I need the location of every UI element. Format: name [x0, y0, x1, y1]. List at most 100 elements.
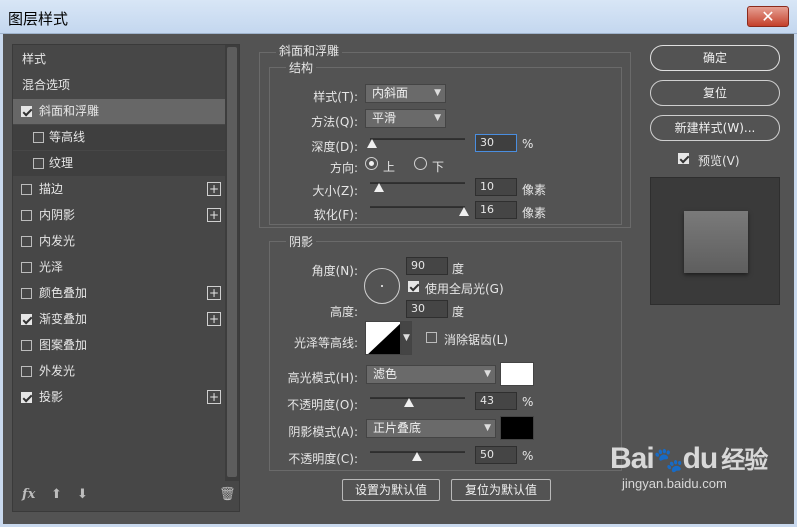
shadow-opacity-label: 不透明度(C): — [288, 452, 358, 466]
soften-input[interactable]: 16 — [475, 201, 517, 219]
style-item[interactable]: 渐变叠加 + — [13, 307, 225, 332]
highlight-opacity-handle[interactable] — [404, 398, 414, 407]
add-style-icon[interactable]: + — [207, 390, 221, 404]
blend-options-item[interactable]: 混合选项 — [13, 73, 225, 98]
highlight-color-swatch[interactable] — [500, 362, 534, 386]
style-item-checkbox[interactable] — [21, 106, 32, 117]
soften-slider-handle[interactable] — [459, 207, 469, 216]
style-item[interactable]: 等高线 — [13, 125, 225, 150]
angle-input[interactable]: 90 — [406, 257, 448, 275]
style-item-label: 内阴影 — [39, 208, 76, 222]
style-item[interactable]: 外发光 — [13, 359, 225, 384]
style-item-label: 外发光 — [39, 364, 76, 378]
highlight-opacity-slider[interactable] — [370, 397, 465, 399]
contour-curve-icon — [368, 323, 400, 354]
chevron-down-icon: ▼ — [484, 369, 491, 379]
direction-down-label[interactable]: 下 — [432, 158, 444, 175]
style-item[interactable]: 斜面和浮雕 — [13, 99, 225, 124]
soften-slider[interactable] — [370, 206, 465, 208]
preview-label[interactable]: 预览(V) — [698, 152, 740, 169]
scrollbar-thumb[interactable] — [227, 47, 237, 477]
depth-input[interactable]: 30 — [475, 134, 517, 152]
style-item[interactable]: 描边 + — [13, 177, 225, 202]
watermark-url: jingyan.baidu.com — [622, 476, 727, 491]
chevron-down-icon: ▼ — [403, 333, 410, 343]
style-item-label: 投影 — [39, 390, 64, 404]
style-item[interactable]: 图案叠加 — [13, 333, 225, 358]
antialias-label[interactable]: 消除锯齿(L) — [444, 331, 508, 348]
style-item-checkbox[interactable] — [21, 392, 32, 403]
soften-unit: 像素 — [522, 206, 547, 220]
style-item-label: 等高线 — [49, 130, 86, 144]
direction-down-radio[interactable] — [414, 157, 427, 170]
style-item-checkbox[interactable] — [21, 262, 32, 273]
style-item-checkbox[interactable] — [21, 288, 32, 299]
size-slider[interactable] — [370, 182, 465, 184]
size-input[interactable]: 10 — [475, 178, 517, 196]
paw-icon: 🐾 — [653, 447, 684, 474]
technique-select[interactable]: 平滑 ▼ — [365, 109, 446, 128]
depth-slider[interactable] — [370, 138, 465, 140]
chevron-down-icon: ▼ — [434, 113, 441, 123]
close-button[interactable]: ✕ — [747, 6, 789, 27]
angle-unit: 度 — [452, 262, 465, 276]
style-item-checkbox[interactable] — [21, 210, 32, 221]
ok-button[interactable]: 确定 — [650, 45, 780, 71]
trash-icon[interactable]: 🗑 — [219, 487, 236, 502]
new-style-button[interactable]: 新建样式(W)... — [650, 115, 780, 141]
direction-up-radio[interactable] — [365, 157, 378, 170]
highlight-mode-label: 高光模式(H): — [287, 371, 358, 385]
style-item[interactable]: 内发光 — [13, 229, 225, 254]
preview-checkbox[interactable] — [678, 153, 689, 164]
move-down-icon[interactable]: ⬇ — [77, 487, 88, 502]
shadow-opacity-input[interactable]: 50 — [475, 446, 517, 464]
style-item[interactable]: 光泽 — [13, 255, 225, 280]
depth-slider-handle[interactable] — [367, 139, 377, 148]
style-item-checkbox[interactable] — [21, 184, 32, 195]
highlight-opacity-input[interactable]: 43 — [475, 392, 517, 410]
style-item-checkbox[interactable] — [21, 314, 32, 325]
add-style-icon[interactable]: + — [207, 286, 221, 300]
gloss-contour-dropdown[interactable]: ▼ — [401, 321, 412, 355]
dial-center — [381, 285, 383, 287]
style-list-scrollbar[interactable] — [225, 45, 239, 481]
add-style-icon[interactable]: + — [207, 312, 221, 326]
style-list-header: 样式 — [22, 52, 47, 66]
highlight-opacity-label: 不透明度(O): — [287, 398, 358, 412]
chevron-down-icon: ▼ — [484, 423, 491, 433]
size-slider-handle[interactable] — [374, 183, 384, 192]
gloss-contour-preview[interactable] — [365, 321, 401, 355]
antialias-checkbox[interactable] — [426, 332, 437, 343]
style-item-label: 描边 — [39, 182, 64, 196]
shadow-mode-select[interactable]: 正片叠底 ▼ — [366, 419, 496, 438]
style-item-checkbox[interactable] — [33, 158, 44, 169]
shadow-color-swatch[interactable] — [500, 416, 534, 440]
global-light-label[interactable]: 使用全局光(G) — [425, 280, 504, 297]
watermark-brand-2: du — [682, 442, 719, 475]
altitude-input[interactable]: 30 — [406, 300, 448, 318]
style-select[interactable]: 内斜面 ▼ — [365, 84, 446, 103]
style-item-checkbox[interactable] — [33, 132, 44, 143]
move-up-icon[interactable]: ⬆ — [51, 487, 62, 502]
angle-dial[interactable] — [364, 268, 400, 304]
style-item[interactable]: 纹理 — [13, 151, 225, 176]
set-default-button[interactable]: 设置为默认值 — [342, 479, 440, 501]
fx-icon[interactable]: fx — [22, 487, 35, 502]
style-item-checkbox[interactable] — [21, 340, 32, 351]
style-item-label: 斜面和浮雕 — [39, 104, 100, 118]
reset-default-button[interactable]: 复位为默认值 — [451, 479, 551, 501]
shadow-opacity-handle[interactable] — [412, 452, 422, 461]
style-item-checkbox[interactable] — [21, 236, 32, 247]
style-item[interactable]: 投影 + — [13, 385, 225, 410]
add-style-icon[interactable]: + — [207, 208, 221, 222]
structure-title: 结构 — [286, 59, 317, 76]
add-style-icon[interactable]: + — [207, 182, 221, 196]
style-preview — [650, 177, 780, 305]
global-light-checkbox[interactable] — [408, 281, 419, 292]
reset-button[interactable]: 复位 — [650, 80, 780, 106]
direction-up-label[interactable]: 上 — [383, 158, 395, 175]
style-item-checkbox[interactable] — [21, 366, 32, 377]
highlight-mode-select[interactable]: 滤色 ▼ — [366, 365, 496, 384]
style-item[interactable]: 颜色叠加 + — [13, 281, 225, 306]
style-item[interactable]: 内阴影 + — [13, 203, 225, 228]
